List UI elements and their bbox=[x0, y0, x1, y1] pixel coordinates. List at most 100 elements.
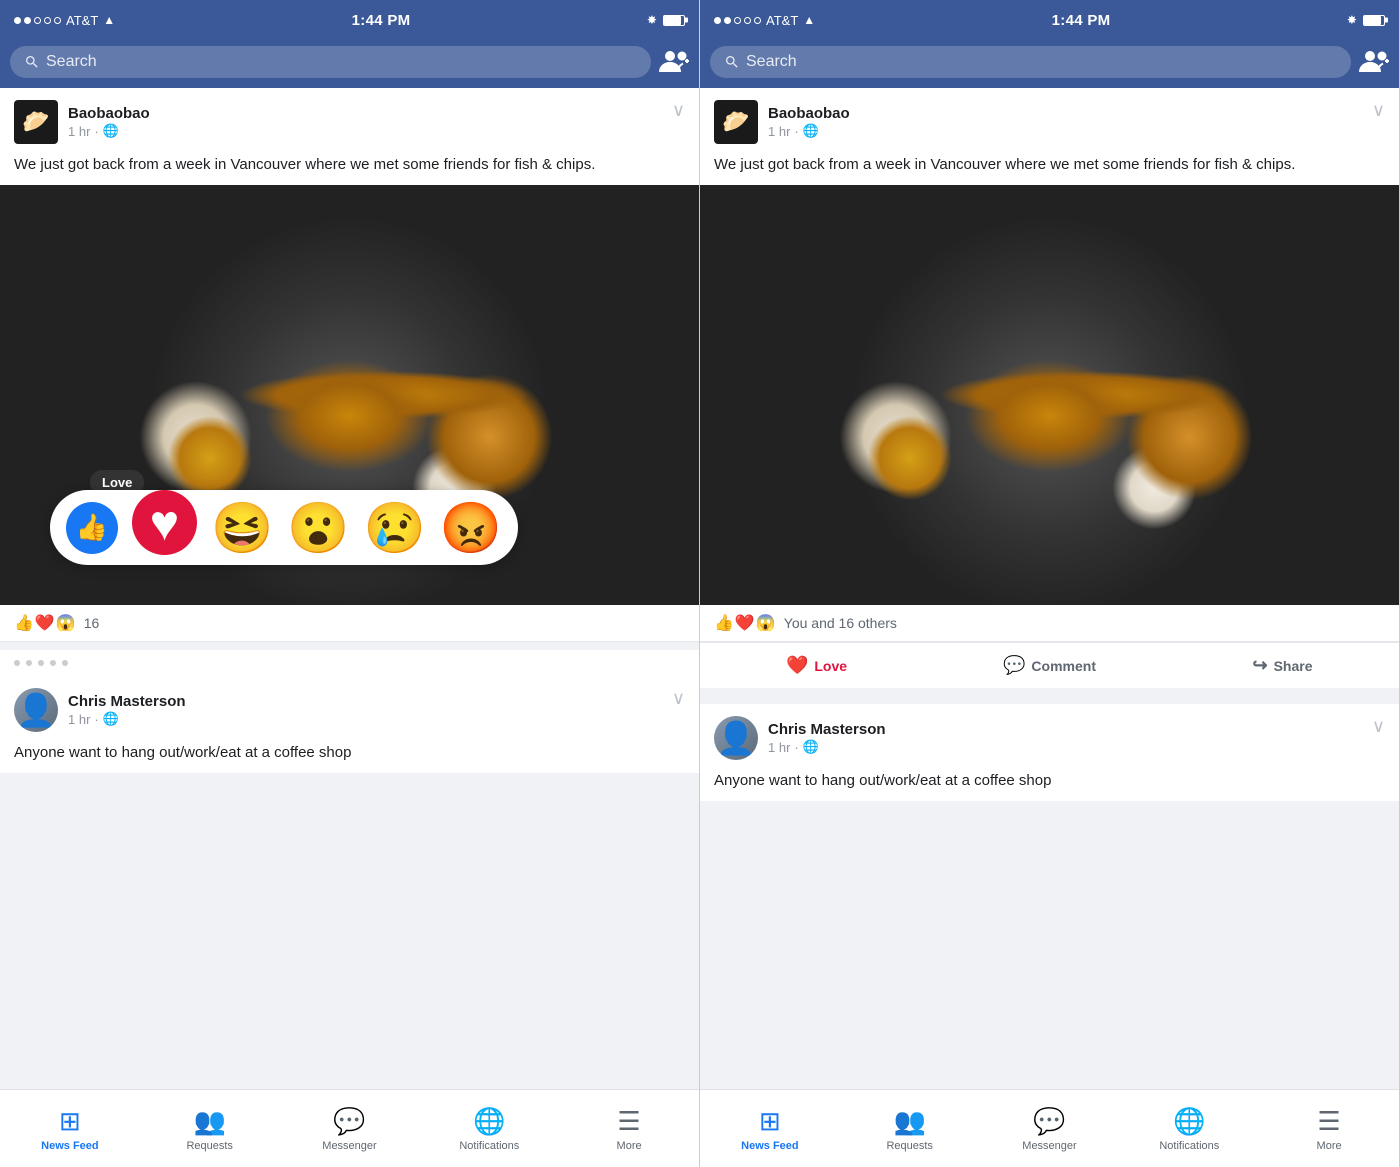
search-bar-right: Search bbox=[700, 40, 1399, 88]
messenger-icon-left: 💬 bbox=[333, 1106, 365, 1137]
reaction-love-large-left[interactable]: ♥ bbox=[132, 490, 197, 555]
left-phone-panel: AT&T ▲ 1:44 PM ✸ Search bbox=[0, 0, 700, 1167]
reaction-bar-left[interactable]: 👍 ♥ 😆 😮 😢 😡 bbox=[50, 490, 518, 565]
react-love-mini-right: ❤️ bbox=[735, 613, 755, 633]
time-left: 1:44 PM bbox=[352, 12, 411, 29]
reaction-like-left[interactable]: 👍 bbox=[66, 502, 118, 554]
react-count-number-left: 16 bbox=[84, 615, 100, 631]
dot-2 bbox=[24, 17, 31, 24]
mini-icons-left: 👍 ❤️ 😱 bbox=[14, 613, 76, 633]
comment-btn-right[interactable]: 💬 Comment bbox=[933, 647, 1166, 684]
time-right: 1:44 PM bbox=[1052, 12, 1111, 29]
post-name-1-left: Baobaobao bbox=[68, 105, 150, 122]
post-meta-1-right: Baobaobao 1 hr · 🌐 bbox=[768, 105, 850, 139]
time-dot-2-left: · bbox=[94, 712, 98, 727]
feed-left: 🥟 Baobaobao 1 hr · 🌐 ∨ We just got back … bbox=[0, 88, 699, 1089]
newsfeed-icon-left: ⊞ bbox=[59, 1106, 81, 1137]
chevron-1-left[interactable]: ∨ bbox=[672, 100, 685, 121]
avatar-chris-right: 👤 bbox=[714, 716, 758, 760]
rdot-3 bbox=[734, 17, 741, 24]
sep-dot-3 bbox=[38, 660, 44, 666]
post-meta-1-left: Baobaobao 1 hr · 🌐 bbox=[68, 105, 150, 139]
share-btn-right[interactable]: ↪ Share bbox=[1166, 647, 1399, 684]
globe-icon-2-left: 🌐 bbox=[103, 711, 119, 727]
action-bar-right: ❤️ Love 💬 Comment ↪ Share bbox=[700, 642, 1399, 688]
messenger-label-right: Messenger bbox=[1022, 1140, 1076, 1152]
mini-icons-right: 👍 ❤️ 😱 bbox=[714, 613, 776, 633]
dot-4 bbox=[44, 17, 51, 24]
requests-label-right: Requests bbox=[886, 1140, 932, 1152]
reaction-overlay-left: Love 👍 ♥ 😆 😮 😢 😡 bbox=[0, 595, 699, 605]
nav-more-left[interactable]: ☰ More bbox=[559, 1098, 699, 1160]
chevron-2-right[interactable]: ∨ bbox=[1372, 716, 1385, 737]
sep-dot-2 bbox=[26, 660, 32, 666]
nav-more-right[interactable]: ☰ More bbox=[1259, 1098, 1399, 1160]
nav-requests-right[interactable]: 👥 Requests bbox=[840, 1098, 980, 1160]
avatar-chris-left: 👤 bbox=[14, 688, 58, 732]
notifications-label-right: Notifications bbox=[1159, 1140, 1219, 1152]
reaction-sad-left[interactable]: 😢 bbox=[364, 503, 426, 553]
time-dot-1-right: · bbox=[794, 124, 798, 139]
post-header-content-2-left: 👤 Chris Masterson 1 hr · 🌐 bbox=[14, 688, 186, 732]
post-card-1-left: 🥟 Baobaobao 1 hr · 🌐 ∨ We just got back … bbox=[0, 88, 699, 642]
status-right-right: ✸ bbox=[1347, 13, 1385, 27]
avatar-baobaobao-left: 🥟 bbox=[14, 100, 58, 144]
friend-icon-right[interactable] bbox=[1359, 48, 1389, 76]
react-wow-mini-left: 😱 bbox=[56, 613, 76, 633]
search-icon-right bbox=[724, 54, 740, 70]
post-time-1-left: 1 hr · 🌐 bbox=[68, 123, 150, 139]
post-card-1-right: 🥟 Baobaobao 1 hr · 🌐 ∨ We just got back … bbox=[700, 88, 1399, 688]
share-btn-label-right: Share bbox=[1274, 658, 1313, 674]
chevron-1-right[interactable]: ∨ bbox=[1372, 100, 1385, 121]
reaction-angry-left[interactable]: 😡 bbox=[440, 503, 502, 553]
post-text-2-left: Anyone want to hang out/work/eat at a co… bbox=[0, 738, 699, 773]
love-heart-icon: ♥ bbox=[150, 498, 180, 548]
feed-divider-right bbox=[700, 696, 1399, 704]
friend-icon-left[interactable] bbox=[659, 48, 689, 76]
love-btn-right[interactable]: ❤️ Love bbox=[700, 647, 933, 684]
notifications-icon-left: 🌐 bbox=[473, 1106, 505, 1137]
post-card-2-right: 👤 Chris Masterson 1 hr · 🌐 ∨ Anyone want… bbox=[700, 704, 1399, 801]
search-wrap-left[interactable]: Search bbox=[10, 46, 651, 78]
messenger-label-left: Messenger bbox=[322, 1140, 376, 1152]
nav-messenger-right[interactable]: 💬 Messenger bbox=[980, 1098, 1120, 1160]
reaction-wow-left[interactable]: 😮 bbox=[287, 503, 349, 553]
rdot-1 bbox=[714, 17, 721, 24]
avatar-baobaobao-right: 🥟 bbox=[714, 100, 758, 144]
post-header-2-right: 👤 Chris Masterson 1 hr · 🌐 ∨ bbox=[700, 704, 1399, 766]
battery-fill-left bbox=[664, 16, 681, 25]
react-love-mini-left: ❤️ bbox=[35, 613, 55, 633]
nav-requests-left[interactable]: 👥 Requests bbox=[140, 1098, 280, 1160]
post-card-2-left: 👤 Chris Masterson 1 hr · 🌐 ∨ Anyone want… bbox=[0, 676, 699, 773]
carrier-right: AT&T bbox=[766, 13, 798, 28]
nav-notifications-right[interactable]: 🌐 Notifications bbox=[1119, 1098, 1259, 1160]
nav-messenger-left[interactable]: 💬 Messenger bbox=[280, 1098, 420, 1160]
post-text-2-right: Anyone want to hang out/work/eat at a co… bbox=[700, 766, 1399, 801]
more-label-left: More bbox=[617, 1140, 642, 1152]
nav-notifications-left[interactable]: 🌐 Notifications bbox=[419, 1098, 559, 1160]
post-image-1-right bbox=[700, 185, 1399, 605]
bluetooth-icon-left: ✸ bbox=[647, 13, 657, 27]
post-name-2-left: Chris Masterson bbox=[68, 693, 186, 710]
rdot-5 bbox=[754, 17, 761, 24]
signal-dots bbox=[14, 17, 61, 24]
chevron-2-left[interactable]: ∨ bbox=[672, 688, 685, 709]
status-bar-right: AT&T ▲ 1:44 PM ✸ bbox=[700, 0, 1399, 40]
newsfeed-icon-right: ⊞ bbox=[759, 1106, 781, 1137]
nav-newsfeed-right[interactable]: ⊞ News Feed bbox=[700, 1098, 840, 1160]
nav-newsfeed-left[interactable]: ⊞ News Feed bbox=[0, 1098, 140, 1160]
status-bar-left: AT&T ▲ 1:44 PM ✸ bbox=[0, 0, 699, 40]
requests-label-left: Requests bbox=[186, 1140, 232, 1152]
newsfeed-label-left: News Feed bbox=[41, 1140, 98, 1152]
post-header-1-left: 🥟 Baobaobao 1 hr · 🌐 ∨ bbox=[0, 88, 699, 150]
globe-icon-1-left: 🌐 bbox=[103, 123, 119, 139]
signal-dots-right bbox=[714, 17, 761, 24]
time-text-1-left: 1 hr bbox=[68, 124, 90, 139]
dot-5 bbox=[54, 17, 61, 24]
requests-icon-right: 👥 bbox=[894, 1106, 926, 1137]
bottom-nav-left: ⊞ News Feed 👥 Requests 💬 Messenger 🌐 Not… bbox=[0, 1089, 699, 1167]
post-header-content-1-left: 🥟 Baobaobao 1 hr · 🌐 bbox=[14, 100, 150, 144]
reaction-haha-left[interactable]: 😆 bbox=[211, 503, 273, 553]
sep-dot-5 bbox=[62, 660, 68, 666]
search-wrap-right[interactable]: Search bbox=[710, 46, 1351, 78]
